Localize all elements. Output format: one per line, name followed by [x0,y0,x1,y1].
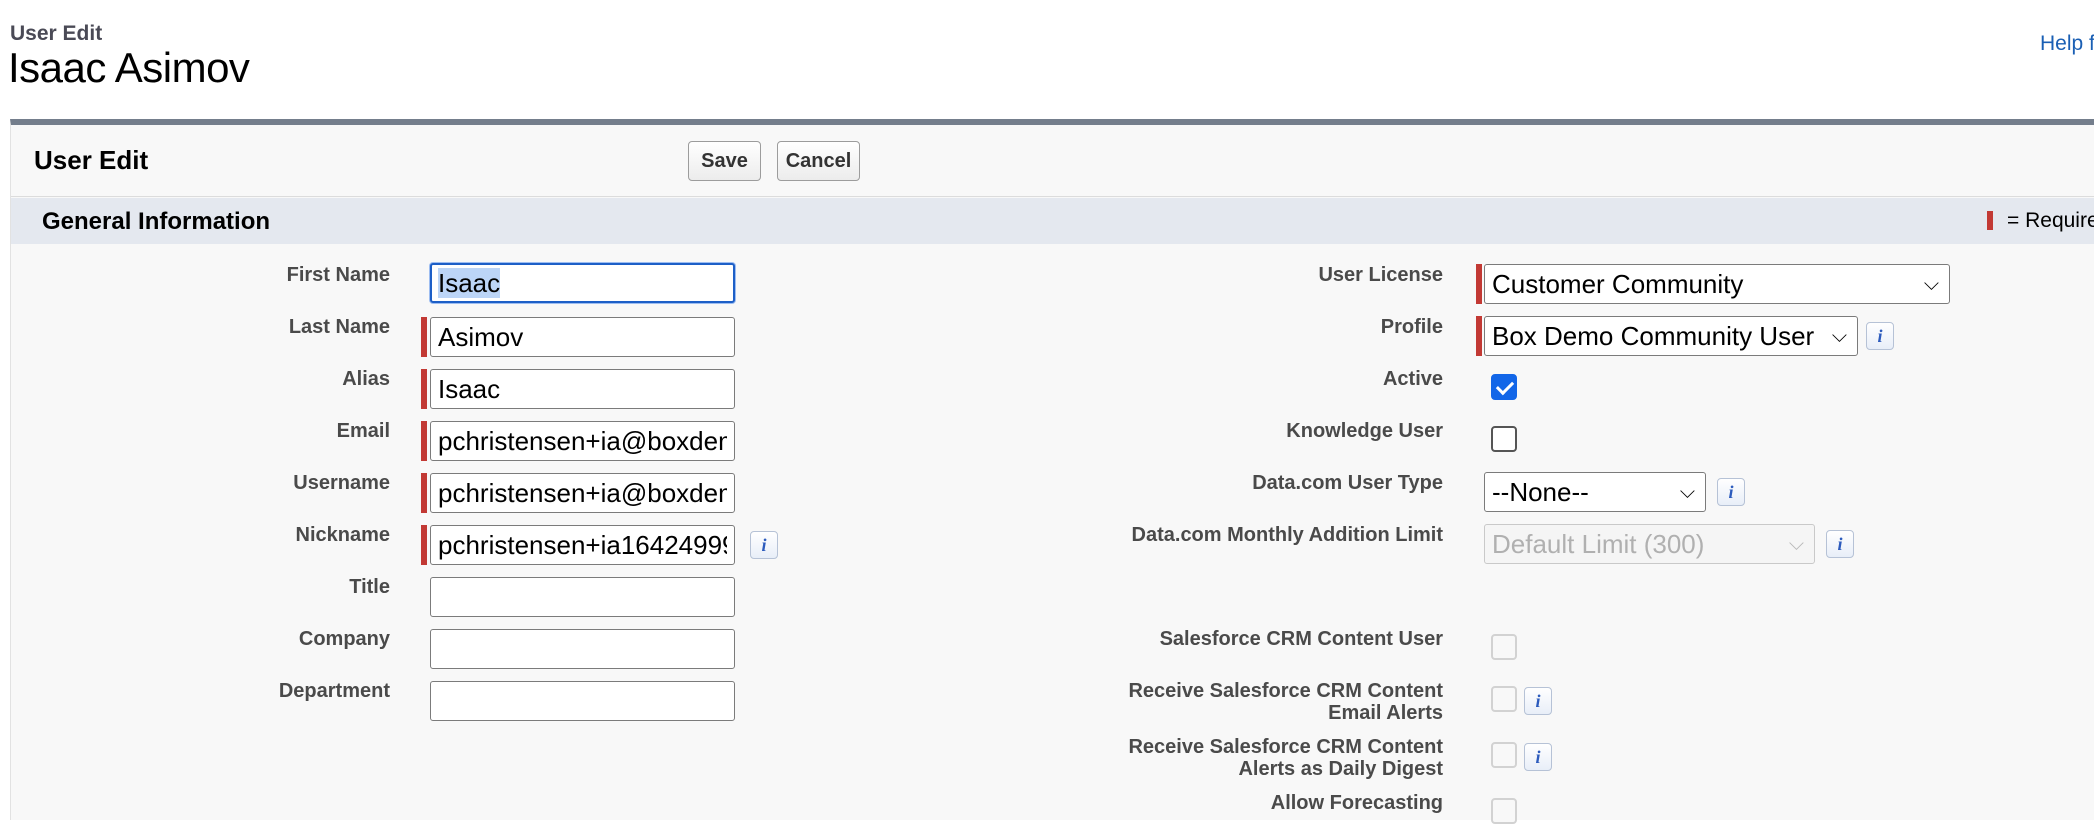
datacom-monthly-limit-value: Default Limit (300) [1492,529,1705,559]
crm-daily-digest-checkbox [1491,742,1517,768]
email-field[interactable] [430,421,735,461]
save-button[interactable]: Save [688,141,761,181]
chevron-down-icon: ⌵ [1679,481,1695,503]
chevron-down-icon: ⌵ [1923,273,1939,295]
datacom-user-type-value: --None-- [1492,477,1589,507]
username-label: Username [293,472,390,494]
crm-email-alerts-info-icon[interactable]: i [1524,687,1552,715]
crm-email-alerts-label: Receive Salesforce CRM Content Email Ale… [1128,680,1443,724]
allow-forecasting-label: Allow Forecasting [1270,792,1443,814]
company-label: Company [298,628,390,650]
alias-required-indicator [421,369,427,409]
email-label: Email [336,420,390,442]
profile-value: Box Demo Community User [1492,321,1815,351]
alias-label: Alias [342,368,390,390]
datacom-monthly-limit-select: Default Limit (300) ⌵ [1484,524,1815,564]
datacom-user-type-label: Data.com User Type [1252,472,1443,494]
email-required-indicator [421,421,427,461]
help-link[interactable]: Help f [2040,32,2094,56]
allow-forecasting-checkbox [1491,798,1517,824]
crm-daily-digest-label: Receive Salesforce CRM Content Alerts as… [1128,736,1443,780]
panel-title: User Edit [34,145,149,175]
first-name-label: First Name [286,264,390,286]
profile-required-indicator [1476,316,1482,356]
chevron-down-icon: ⌵ [1831,325,1847,347]
breadcrumb: User Edit [10,22,103,45]
nickname-info-icon[interactable]: i [750,531,778,559]
user-license-required-indicator [1476,264,1482,304]
last-name-required-indicator [421,317,427,357]
department-field[interactable] [430,681,735,721]
cancel-button[interactable]: Cancel [777,141,860,181]
profile-info-icon[interactable]: i [1866,322,1894,350]
page-title: Isaac Asimov [8,44,250,91]
chevron-down-icon: ⌵ [1788,533,1804,555]
title-label: Title [349,576,390,598]
first-name-value: Isaac [438,268,501,298]
section-header [11,198,2094,244]
last-name-label: Last Name [288,316,390,338]
crm-content-user-checkbox [1491,634,1517,660]
user-license-value: Customer Community [1492,269,1744,299]
required-legend: = Require [2007,209,2094,232]
datacom-monthly-limit-label: Data.com Monthly Addition Limit [1131,524,1443,546]
section-title: General Information [42,208,271,235]
required-indicator [1987,211,1993,230]
profile-label: Profile [1380,316,1443,338]
knowledge-user-checkbox[interactable] [1491,426,1517,452]
crm-daily-digest-info-icon[interactable]: i [1524,743,1552,771]
datacom-monthly-limit-info-icon[interactable]: i [1826,530,1854,558]
title-field[interactable] [430,577,735,617]
first-name-field[interactable]: Isaac [430,263,735,303]
nickname-field[interactable] [430,525,735,565]
last-name-field[interactable] [430,317,735,357]
active-label: Active [1382,368,1443,390]
company-field[interactable] [430,629,735,669]
user-license-label: User License [1318,264,1443,286]
datacom-user-type-select[interactable]: --None-- ⌵ [1484,472,1706,512]
user-license-select[interactable]: Customer Community ⌵ [1484,264,1950,304]
crm-email-alerts-checkbox [1491,686,1517,712]
knowledge-user-label: Knowledge User [1286,420,1443,442]
username-field[interactable] [430,473,735,513]
alias-field[interactable] [430,369,735,409]
datacom-user-type-info-icon[interactable]: i [1717,478,1745,506]
active-checkbox[interactable] [1491,374,1517,400]
username-required-indicator [421,473,427,513]
profile-select[interactable]: Box Demo Community User ⌵ [1484,316,1858,356]
nickname-required-indicator [421,525,427,565]
panel-divider [11,196,2094,197]
nickname-label: Nickname [295,524,391,546]
crm-content-user-label: Salesforce CRM Content User [1159,628,1443,650]
department-label: Department [278,680,390,702]
